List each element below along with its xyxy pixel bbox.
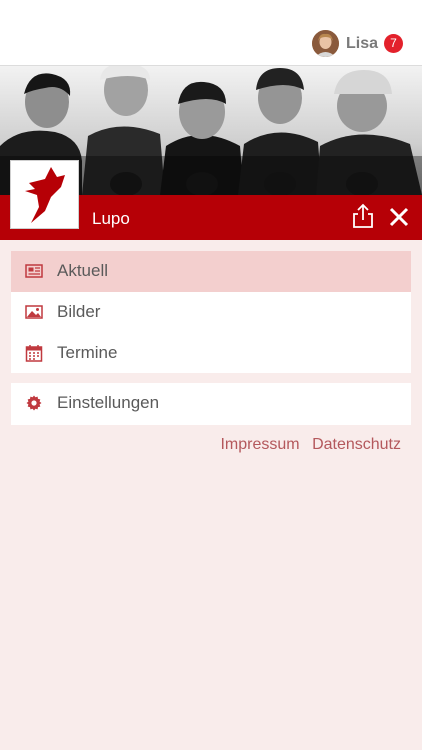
datenschutz-link[interactable]: Datenschutz <box>312 436 401 453</box>
image-icon <box>25 305 43 319</box>
newspaper-icon <box>25 264 43 278</box>
settings-menu: Einstellungen <box>11 383 411 425</box>
gear-icon <box>26 395 42 411</box>
close-icon <box>389 207 409 227</box>
menu-item-label: Aktuell <box>57 261 109 280</box>
menu-item-termine[interactable]: Termine <box>11 333 411 374</box>
avatar[interactable] <box>312 30 339 57</box>
menu-item-einstellungen[interactable]: Einstellungen <box>11 383 411 424</box>
menu-item-label: Bilder <box>57 302 101 321</box>
footer-links: Impressum Datenschutz <box>212 436 401 454</box>
notification-badge[interactable]: 7 <box>384 34 403 53</box>
top-bar: Lisa 7 <box>0 0 422 66</box>
menu-item-label: Einstellungen <box>57 393 160 412</box>
brand-name: Lupo <box>92 209 130 228</box>
menu-item-aktuell[interactable]: Aktuell <box>11 251 411 292</box>
share-icon <box>353 203 373 228</box>
menu-item-label: Termine <box>57 343 118 362</box>
calendar-icon <box>25 345 43 362</box>
menu-item-bilder[interactable]: Bilder <box>11 292 411 333</box>
user-name[interactable]: Lisa <box>346 35 378 53</box>
impressum-link[interactable]: Impressum <box>220 436 299 453</box>
brand-logo <box>10 160 79 229</box>
main-menu: Aktuell Bilder Termine <box>11 251 411 373</box>
wolf-logo-icon <box>25 167 65 223</box>
share-button[interactable] <box>350 203 376 229</box>
avatar-image <box>312 30 339 57</box>
close-button[interactable] <box>388 206 410 228</box>
